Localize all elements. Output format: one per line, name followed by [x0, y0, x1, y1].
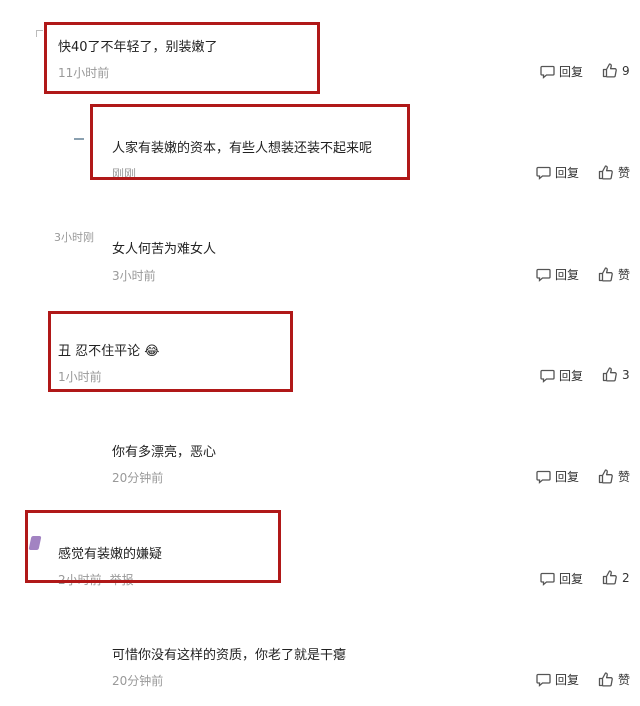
- comment-item: 丑 忍不住平论 😂 1小时前 回复 3: [0, 300, 640, 400]
- thumbs-up-icon: [602, 570, 617, 585]
- comment-time: 11小时前: [58, 66, 110, 80]
- thumbs-up-icon: [598, 469, 613, 484]
- comment-bubble-icon: [536, 470, 551, 484]
- comment-bubble-icon: [536, 268, 551, 282]
- comment-bubble-icon: [536, 166, 551, 180]
- like-label: 赞: [618, 166, 631, 180]
- report-link[interactable]: 举报: [110, 573, 134, 587]
- reply-label: 回复: [555, 470, 580, 484]
- avatar-fragment: [28, 536, 42, 550]
- like-label: 9: [622, 63, 630, 78]
- thumbs-up-icon: [598, 165, 613, 180]
- like-button[interactable]: 赞: [598, 164, 630, 181]
- comment-text: 可惜你没有这样的资质，你老了就是干瘪: [112, 648, 347, 663]
- like-label: 赞: [618, 268, 631, 282]
- reply-label: 回复: [555, 268, 580, 282]
- faded-time-fragment: 3小时刚: [54, 231, 94, 244]
- comment-item: 感觉有装嫩的嫌疑 2小时前 举报 回复 2: [0, 500, 640, 600]
- comment-item: 人家有装嫩的资本，有些人想装还装不起来呢 刚刚 回复 赞: [0, 100, 640, 200]
- comment-bubble-icon: [536, 673, 551, 687]
- comment-time: 1小时前: [58, 370, 102, 384]
- comment-time: 刚刚: [112, 167, 137, 181]
- comment-text-body: 丑 忍不住平论: [58, 344, 141, 359]
- comment-time: 3小时前: [112, 269, 156, 283]
- like-button[interactable]: 赞: [598, 671, 630, 688]
- reply-button[interactable]: 回复: [540, 367, 583, 384]
- like-label: 赞: [618, 673, 631, 687]
- comment-bubble-icon: [540, 572, 555, 586]
- like-label: 3: [622, 367, 630, 382]
- comment-bubble-icon: [540, 65, 555, 79]
- like-button[interactable]: 2: [602, 570, 630, 585]
- reply-button[interactable]: 回复: [540, 63, 583, 80]
- reply-label: 回复: [559, 572, 584, 586]
- comment-item: 3小时刚 女人何苦为难女人 3小时前 回复 赞: [0, 200, 640, 300]
- reply-label: 回复: [555, 673, 580, 687]
- comment-text: 感觉有装嫩的嫌疑: [58, 547, 163, 562]
- laughing-emoji-icon: 😂: [144, 344, 160, 359]
- comment-item: 你有多漂亮，恶心 20分钟前 回复 赞: [0, 400, 640, 500]
- reply-label: 回复: [555, 166, 580, 180]
- comment-item: 快40了不年轻了，别装嫩了 11小时前 回复 9: [0, 0, 640, 100]
- comment-text: 人家有装嫩的资本，有些人想装还装不起来呢: [112, 141, 373, 156]
- comment-bubble-icon: [540, 369, 555, 383]
- like-button[interactable]: 3: [602, 367, 630, 382]
- comment-time: 20分钟前: [112, 471, 164, 485]
- comment-item: 可惜你没有这样的资质，你老了就是干瘪 20分钟前 回复 赞: [0, 600, 640, 706]
- reply-button[interactable]: 回复: [536, 266, 579, 283]
- comment-text: 丑 忍不住平论 😂: [58, 340, 159, 359]
- comment-text: 你有多漂亮，恶心: [112, 445, 217, 460]
- like-button[interactable]: 赞: [598, 266, 630, 283]
- thumbs-up-icon: [602, 63, 617, 78]
- avatar-fragment: [74, 138, 84, 146]
- comment-text: 快40了不年轻了，别装嫩了: [58, 40, 218, 55]
- like-label: 2: [622, 570, 630, 585]
- like-button[interactable]: 9: [602, 63, 630, 78]
- thumbs-up-icon: [602, 367, 617, 382]
- reply-button[interactable]: 回复: [536, 468, 579, 485]
- avatar-fragment: [36, 30, 43, 37]
- reply-button[interactable]: 回复: [540, 570, 583, 587]
- reply-button[interactable]: 回复: [536, 671, 579, 688]
- reply-button[interactable]: 回复: [536, 164, 579, 181]
- comment-time: 2小时前 举报: [58, 571, 134, 588]
- reply-label: 回复: [559, 369, 584, 383]
- comment-time-value: 2小时前: [58, 573, 102, 587]
- like-button[interactable]: 赞: [598, 468, 630, 485]
- comment-text: 女人何苦为难女人: [112, 242, 217, 257]
- reply-label: 回复: [559, 65, 584, 79]
- thumbs-up-icon: [598, 267, 613, 282]
- like-label: 赞: [618, 470, 631, 484]
- thumbs-up-icon: [598, 672, 613, 687]
- comment-time: 20分钟前: [112, 674, 164, 688]
